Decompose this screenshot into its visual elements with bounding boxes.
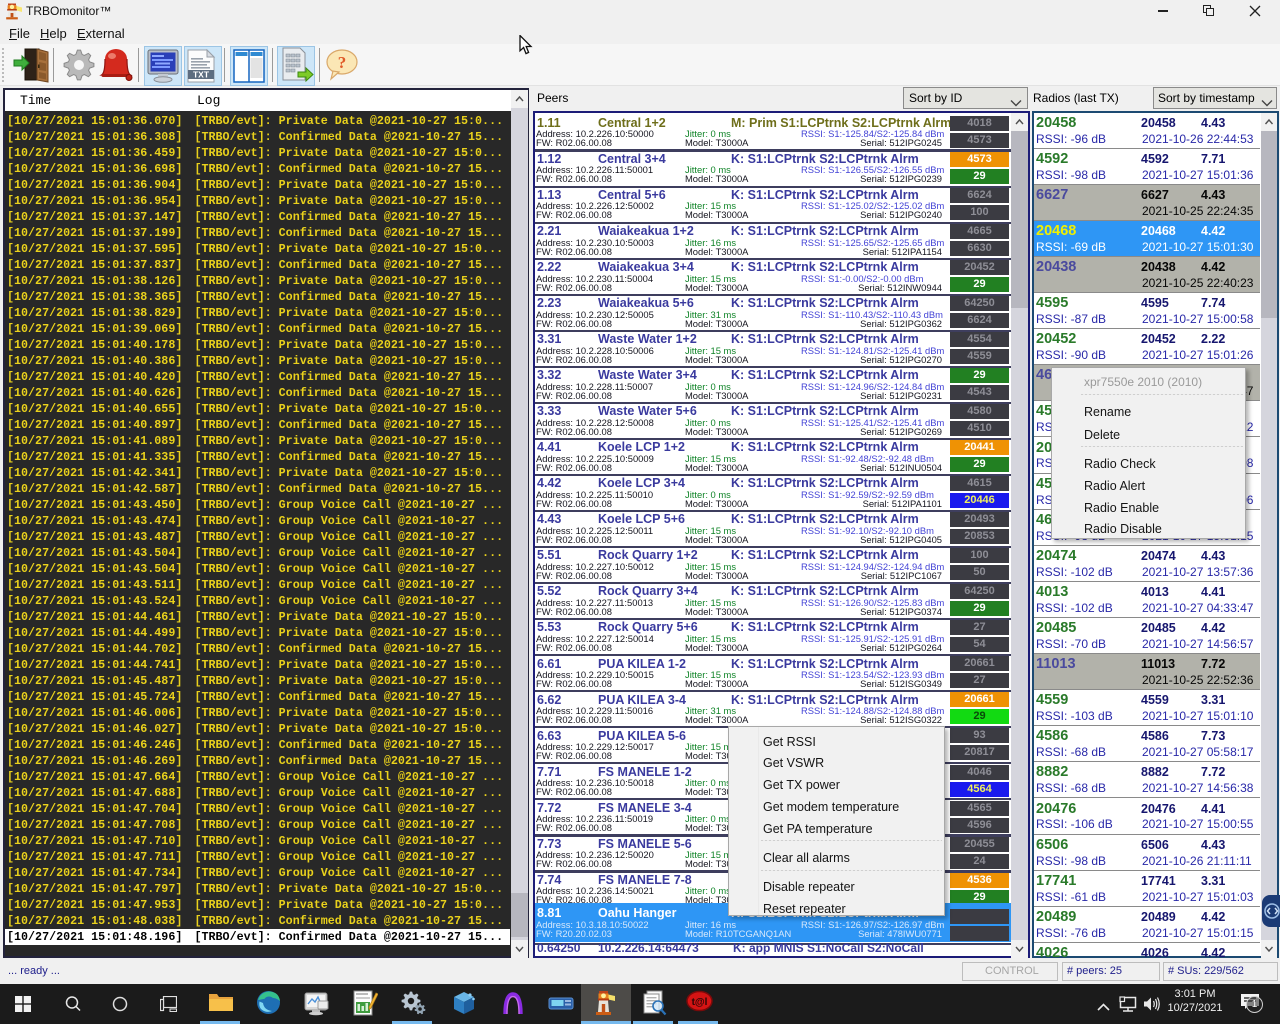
svg-text:t@l: t@l	[692, 997, 708, 1008]
svg-text:TXT: TXT	[193, 70, 210, 80]
svg-text:?: ?	[338, 53, 347, 72]
